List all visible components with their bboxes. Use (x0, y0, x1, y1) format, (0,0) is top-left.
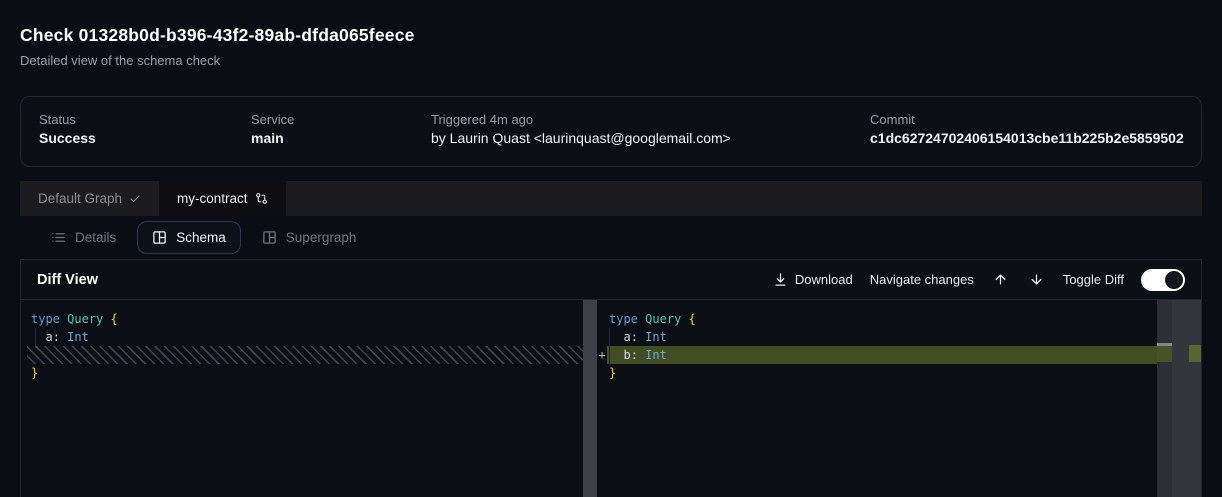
indent-guide (35, 328, 36, 346)
graph-tab-bar: Default Graph my-contract (20, 181, 1202, 216)
code-line: type Query { (607, 310, 1201, 328)
schema-diff-editor: type Query { a: Int} type Query { a: Int… (21, 300, 1201, 497)
columns-icon (152, 230, 167, 245)
minimap-track (1157, 300, 1172, 497)
added-line-marker: + (597, 346, 607, 364)
toggle-diff-switch[interactable] (1141, 269, 1185, 291)
code-line: a: Int (21, 328, 597, 346)
diff-toolbar: Diff View Download Navigate changes (21, 260, 1201, 300)
tab-my-contract-label: my-contract (177, 191, 248, 206)
triggered-value: by Laurin Quast <laurinquast@googlemail.… (431, 130, 731, 146)
navigate-changes-button[interactable]: Navigate changes (870, 272, 974, 287)
code-line: } (607, 364, 1201, 382)
diff-pane-after: type Query { a: Int b: Int} (607, 300, 1201, 497)
tab-default-graph-label: Default Graph (38, 191, 122, 206)
navigate-changes-label: Navigate changes (870, 272, 974, 287)
indent-guide (609, 328, 610, 364)
diff-pane-before: type Query { a: Int} (21, 300, 597, 497)
code-line: } (21, 364, 597, 382)
ruler-added-marker (1189, 345, 1201, 362)
code-line: type Query { (21, 310, 597, 328)
arrow-down-icon (1029, 272, 1044, 287)
diff-section: Diff View Download Navigate changes (20, 259, 1202, 497)
service-value: main (251, 130, 284, 146)
toggle-diff-label: Toggle Diff (1063, 272, 1124, 287)
page-title: Check 01328b0d-b396-43f2-89ab-dfda065fee… (20, 25, 415, 46)
left-pane-scrollbar[interactable] (583, 300, 597, 497)
code-line: a: Int (607, 328, 1201, 346)
minimap[interactable] (1157, 300, 1201, 497)
schema-check-page: Check 01328b0d-b396-43f2-89ab-dfda065fee… (0, 0, 1222, 497)
tab-details-label: Details (75, 230, 116, 245)
tab-schema[interactable]: Schema (137, 221, 241, 254)
overview-ruler (1172, 300, 1201, 497)
page-subtitle: Detailed view of the schema check (20, 53, 220, 68)
service-label: Service (251, 112, 294, 127)
added-code-line: b: Int (607, 346, 1157, 364)
toggle-knob (1165, 271, 1183, 289)
arrow-up-icon (993, 272, 1008, 287)
commit-value: c1dc62724702406154013cbe11b225b2e5859502 (870, 130, 1184, 146)
diff-view-title: Diff View (37, 272, 98, 288)
commit-label: Commit (870, 112, 915, 127)
next-change-button[interactable] (1027, 272, 1046, 287)
diff-toolbar-actions: Download Navigate changes Toggle Diff (773, 269, 1185, 291)
tab-default-graph[interactable]: Default Graph (20, 181, 159, 216)
previous-change-button[interactable] (991, 272, 1010, 287)
check-icon (129, 193, 141, 205)
check-meta-card: Status Success Service main Triggered 4m… (20, 96, 1202, 167)
list-icon (51, 230, 66, 245)
tab-supergraph-label: Supergraph (286, 230, 357, 245)
download-button[interactable]: Download (773, 272, 853, 287)
diff-placeholder-line (27, 346, 597, 364)
tab-schema-label: Schema (176, 230, 226, 245)
status-label: Status (39, 112, 76, 127)
download-icon (773, 272, 788, 287)
status-value: Success (39, 130, 96, 146)
tab-supergraph[interactable]: Supergraph (247, 221, 372, 254)
git-compare-icon (255, 192, 268, 205)
view-tab-bar: Details Schema Supergraph (20, 216, 1202, 259)
minimap-added-marker (1157, 346, 1172, 362)
download-label: Download (795, 272, 853, 287)
columns-icon (262, 230, 277, 245)
tab-my-contract[interactable]: my-contract (159, 181, 286, 216)
triggered-label: Triggered 4m ago (431, 112, 533, 127)
tab-details[interactable]: Details (36, 221, 131, 254)
